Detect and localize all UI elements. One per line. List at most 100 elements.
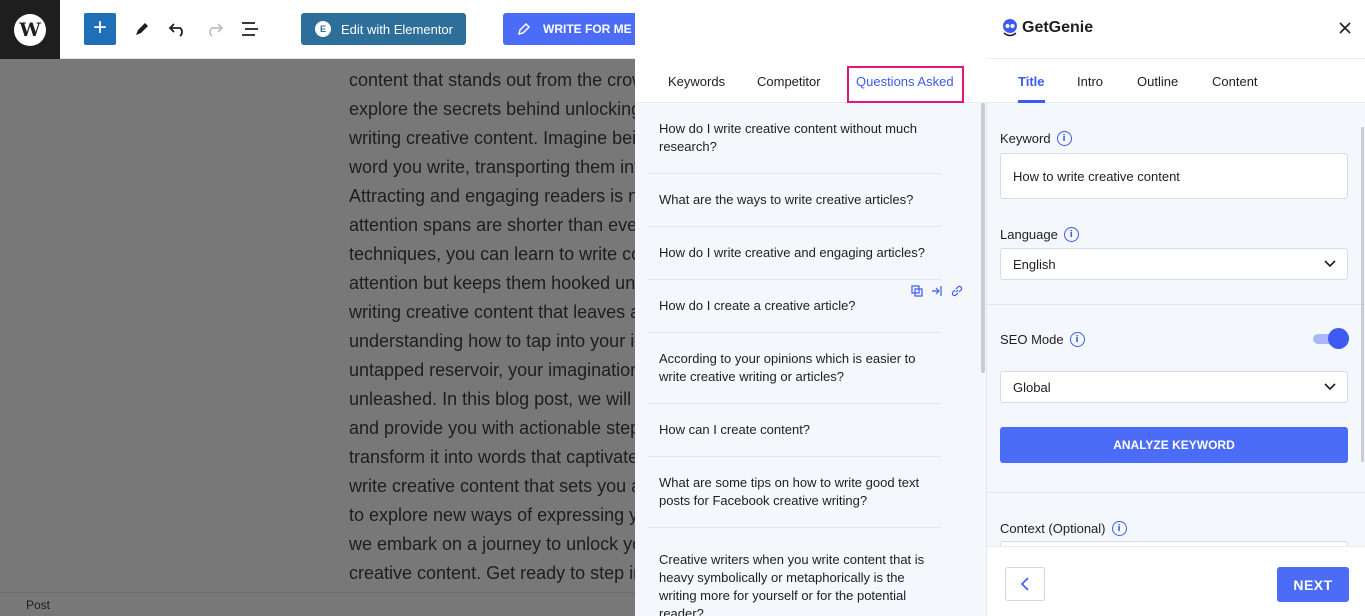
keyword-label: Keyword i xyxy=(1000,131,1072,146)
copy-icon[interactable] xyxy=(910,284,924,298)
question-text: What are the ways to write creative arti… xyxy=(659,192,914,207)
edit-with-elementor-button[interactable]: E Edit with Elementor xyxy=(301,13,466,45)
seo-mode-label: SEO Mode i xyxy=(1000,332,1085,347)
info-icon[interactable]: i xyxy=(1063,227,1079,242)
content-line[interactable]: writing creative content that leaves a l… xyxy=(349,298,635,327)
keyword-value: How to write creative content xyxy=(1013,168,1180,184)
list-item[interactable]: Creative writers when you write content … xyxy=(648,528,941,616)
chevron-left-icon xyxy=(1020,577,1029,591)
content-line[interactable]: writing creative content. Imagine being … xyxy=(349,124,635,153)
insert-icon[interactable] xyxy=(930,284,944,298)
tab-title[interactable]: Title xyxy=(1018,74,1045,89)
content-line[interactable]: transform it into words that captivate. … xyxy=(349,443,635,472)
editor-canvas: content that stands out from the crowd? … xyxy=(0,59,635,592)
content-line[interactable]: creative content. Get ready to step into… xyxy=(349,559,635,588)
undo-icon[interactable] xyxy=(166,17,190,41)
questions-scrollbar[interactable] xyxy=(981,103,985,373)
content-line[interactable]: attention but keeps them hooked until th… xyxy=(349,269,635,298)
content-line[interactable]: write creative content that sets you apa… xyxy=(349,472,635,501)
language-label-text: Language xyxy=(1000,227,1058,242)
seo-mode-toggle[interactable] xyxy=(1313,328,1349,349)
back-button[interactable] xyxy=(1005,567,1045,601)
write-for-me-label: WRITE FOR ME xyxy=(543,22,632,36)
status-bar: Post xyxy=(0,592,635,616)
tab-questions-asked[interactable]: Questions Asked xyxy=(856,74,954,89)
genie-tabs: Title Intro Outline Content xyxy=(987,59,1365,103)
content-line[interactable]: and provide you with actionable steps to… xyxy=(349,414,635,443)
list-item[interactable]: How can I create content? xyxy=(648,404,941,457)
document-overview-icon[interactable] xyxy=(238,17,262,41)
language-value: English xyxy=(1013,256,1056,272)
link-icon[interactable] xyxy=(950,284,964,298)
question-text: According to your opinions which is easi… xyxy=(659,351,916,384)
list-item[interactable]: According to your opinions which is easi… xyxy=(648,333,941,404)
list-item[interactable]: What are some tips on how to write good … xyxy=(648,457,941,528)
content-line[interactable]: attention spans are shorter than ever. B… xyxy=(349,211,635,240)
keyword-label-text: Keyword xyxy=(1000,131,1051,146)
info-icon[interactable]: i xyxy=(1069,332,1085,347)
question-text: How do I write creative and engaging art… xyxy=(659,245,925,260)
question-actions xyxy=(910,284,964,298)
toggle-knob xyxy=(1328,328,1349,349)
seo-mode-label-text: SEO Mode xyxy=(1000,332,1064,347)
question-text: How can I create content? xyxy=(659,422,811,437)
edit-with-elementor-label: Edit with Elementor xyxy=(341,21,453,37)
list-item[interactable]: How do I write creative content without … xyxy=(648,103,941,174)
content-line[interactable]: to explore new ways of expressing yourse… xyxy=(349,501,635,530)
info-icon[interactable]: i xyxy=(1111,521,1127,536)
getgenie-header: GetGenie xyxy=(987,0,1365,59)
questions-list: How do I write creative content without … xyxy=(648,103,963,616)
list-item[interactable]: How do I write creative and engaging art… xyxy=(648,227,941,280)
getgenie-logo-icon xyxy=(1003,19,1017,37)
question-text: What are some tips on how to write good … xyxy=(659,475,920,508)
close-icon[interactable] xyxy=(1335,18,1355,38)
tab-intro[interactable]: Intro xyxy=(1077,74,1103,89)
chevron-down-icon xyxy=(1324,383,1336,391)
list-item[interactable]: What are the ways to write creative arti… xyxy=(648,174,941,227)
tab-keywords[interactable]: Keywords xyxy=(668,74,725,89)
tab-content[interactable]: Content xyxy=(1212,74,1258,89)
content-line[interactable]: unleashed. In this blog post, we will ta… xyxy=(349,385,635,414)
active-tab-indicator xyxy=(1018,100,1045,103)
language-select[interactable]: English xyxy=(1000,248,1348,280)
getgenie-panel: GetGenie Title Intro Outline Content Key… xyxy=(987,0,1365,616)
content-line[interactable]: we embark on a journey to unlock your po… xyxy=(349,530,635,559)
keyword-input[interactable]: How to write creative content xyxy=(1000,153,1348,199)
status-breadcrumb[interactable]: Post xyxy=(26,598,50,612)
post-content: content that stands out from the crowd? … xyxy=(349,66,635,588)
language-label: Language i xyxy=(1000,227,1079,242)
tab-competitor[interactable]: Competitor xyxy=(757,74,821,89)
content-line[interactable]: word you write, transporting them into a… xyxy=(349,153,635,182)
context-label-text: Context (Optional) xyxy=(1000,521,1106,536)
analyze-keyword-button[interactable]: ANALYZE KEYWORD xyxy=(1000,427,1348,463)
pen-icon xyxy=(517,22,531,36)
seo-region-value: Global xyxy=(1013,379,1051,395)
content-line[interactable]: explore the secrets behind unlocking you… xyxy=(349,95,635,124)
pencil-tools-icon[interactable] xyxy=(130,17,154,41)
seo-region-select[interactable]: Global xyxy=(1000,371,1348,403)
info-icon[interactable]: i xyxy=(1056,131,1072,146)
getgenie-brand: GetGenie xyxy=(1022,19,1094,36)
write-for-me-button[interactable]: WRITE FOR ME xyxy=(503,13,643,45)
list-item[interactable]: How do I create a creative article? xyxy=(648,280,963,333)
question-text: How do I write creative content without … xyxy=(659,121,917,154)
keyword-research-panel: Keywords Competitor Questions Asked How … xyxy=(635,0,987,616)
chevron-down-icon xyxy=(1324,260,1336,268)
content-line[interactable]: techniques, you can learn to write conte… xyxy=(349,240,635,269)
tab-outline[interactable]: Outline xyxy=(1137,74,1178,89)
elementor-icon: E xyxy=(315,21,331,37)
redo-icon[interactable] xyxy=(202,17,226,41)
wordpress-logo[interactable]: W xyxy=(0,0,60,59)
content-line[interactable]: content that stands out from the crowd? … xyxy=(349,66,635,95)
next-button[interactable]: NEXT xyxy=(1277,567,1349,602)
divider xyxy=(987,304,1365,305)
content-line[interactable]: Attracting and engaging readers is no ea… xyxy=(349,182,635,211)
genie-scrollbar[interactable] xyxy=(1361,127,1364,462)
question-text: How do I create a creative article? xyxy=(659,298,856,313)
research-tabs: Keywords Competitor Questions Asked xyxy=(635,0,987,103)
genie-footer: NEXT xyxy=(987,546,1365,616)
add-block-button[interactable]: + xyxy=(84,13,116,45)
content-line[interactable]: understanding how to tap into your imagi… xyxy=(349,327,635,356)
content-line[interactable]: untapped reservoir, your imagination hol… xyxy=(349,356,635,385)
context-label: Context (Optional) i xyxy=(1000,521,1127,536)
